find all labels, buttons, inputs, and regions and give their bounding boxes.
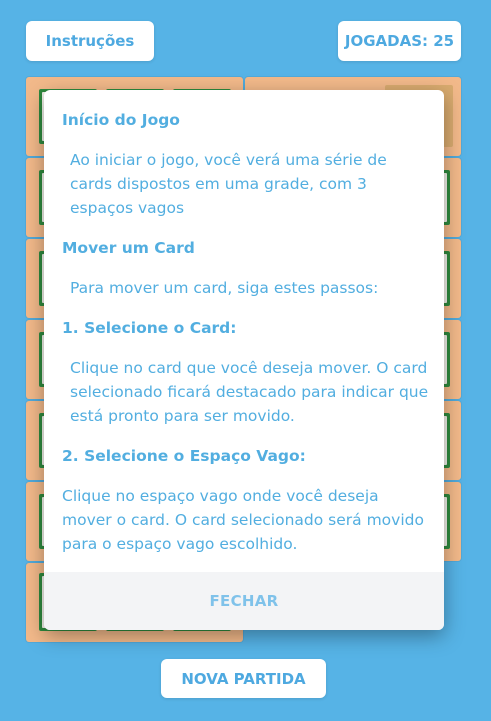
instructions-modal: Início do Jogo Ao iniciar o jogo, você v… [44,90,444,630]
section-title-start: Início do Jogo [62,111,180,129]
close-button[interactable]: FECHAR [44,572,444,630]
section-title-move: Mover um Card [62,239,195,257]
instructions-button[interactable]: Instruções [26,21,154,61]
step-1-text: Clique no card que você deseja mover. O … [70,359,429,425]
new-game-button[interactable]: NOVA PARTIDA [161,659,326,698]
modal-body: Início do Jogo Ao iniciar o jogo, você v… [44,90,444,572]
step-1-title: 1. Selecione o Card: [62,319,237,337]
step-2-title: 2. Selecione o Espaço Vago: [62,447,306,465]
section-text-start: Ao iniciar o jogo, você verá uma série d… [70,151,387,217]
moves-counter: JOGADAS: 25 [338,21,461,61]
section-text-move: Para mover um card, siga estes passos: [70,279,379,297]
step-2-text: Clique no espaço vago onde você deseja m… [62,487,424,553]
